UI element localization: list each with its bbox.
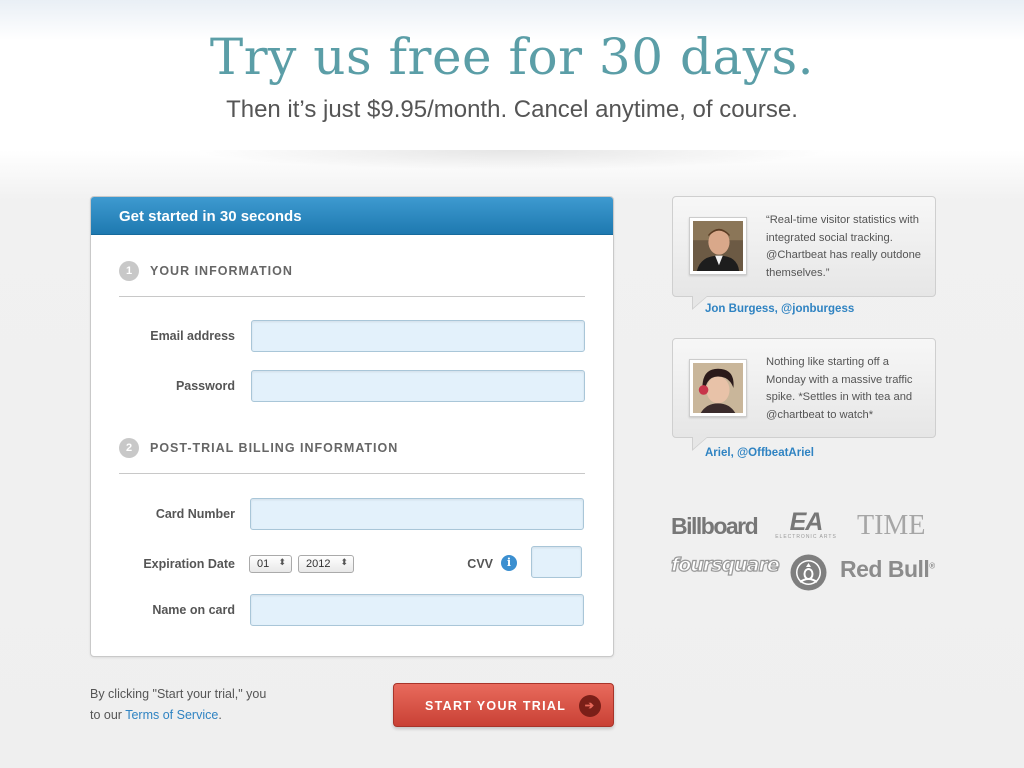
ea-logo-text: EA [789,508,824,536]
redbull-logo: Red Bull® [840,556,935,583]
cvv-label: CVV [467,557,493,571]
terms-prefix: to our [90,708,122,722]
foursquare-logo: foursquare [670,553,780,576]
name-on-card-field[interactable] [250,594,584,626]
ea-logo-subtext: ELECTRONIC ARTS [775,534,837,540]
email-label: Email address [150,329,235,343]
terms-text: By clicking "Start your trial," you [90,687,267,701]
testimonial-author-link[interactable]: Jon Burgess, @jonburgess [705,303,854,315]
cvv-field[interactable] [531,546,582,578]
testimonial-bubble: “Real-time visitor statistics with integ… [672,196,936,310]
step-1-badge: 1 [119,261,139,281]
select-arrows-icon: ⬍ [340,557,348,567]
select-arrows-icon: ⬍ [278,557,286,567]
expiration-year-value: 2012 [306,558,331,570]
form-header: Get started in 30 seconds [91,197,613,235]
time-logo: TIME [857,510,926,541]
testimonial-quote: Nothing like starting off a Monday with … [766,356,913,421]
section-billing-information: 2 POST-TRIAL BILLING INFORMATION [119,438,585,474]
avatar [689,359,747,417]
terms-suffix: . [218,708,222,722]
name-on-card-label: Name on card [152,603,235,617]
hero: Try us free for 30 days. Then it’s just … [0,0,1024,170]
terms-notice: By clicking "Start your trial," you to o… [90,684,310,726]
avatar-image-woman [693,363,743,413]
testimonial-author-link[interactable]: Ariel, @OffbeatAriel [705,447,814,459]
terms-of-service-link[interactable]: Terms of Service [125,708,218,722]
avatar [689,217,747,275]
start-trial-button[interactable]: START YOUR TRIAL ➔ [393,683,614,727]
subheadline: Then it’s just $9.95/month. Cancel anyti… [226,96,798,123]
section-your-information: 1 YOUR INFORMATION [119,261,585,297]
section-1-title: YOUR INFORMATION [150,264,293,278]
hero-divider-shadow [190,150,834,170]
card-number-label: Card Number [155,507,235,521]
expiration-date-label: Expiration Date [143,557,235,571]
section-2-title: POST-TRIAL BILLING INFORMATION [150,441,399,455]
billboard-logo: Billboard [671,513,759,539]
password-label: Password [175,379,235,393]
start-trial-label: START YOUR TRIAL [425,699,567,713]
expiration-month-select[interactable]: 01 ⬍ [249,555,292,573]
headline: Try us free for 30 days. [209,28,815,86]
ea-logo: EA ELECTRONIC ARTS [771,508,841,541]
avatar-image-man [693,221,743,271]
testimonial-quote: “Real-time visitor statistics with integ… [766,214,922,279]
terms-line-2: to our Terms of Service. [90,705,310,726]
starbucks-logo [790,554,827,591]
email-field[interactable] [251,320,585,352]
testimonial-bubble: Nothing like starting off a Monday with … [672,338,936,451]
signup-form-panel: Get started in 30 seconds 1 YOUR INFORMA… [90,196,614,657]
password-field[interactable] [251,370,585,402]
info-icon[interactable]: i [501,555,517,571]
step-2-badge: 2 [119,438,139,458]
arrow-right-icon: ➔ [579,695,601,717]
card-number-field[interactable] [250,498,584,530]
expiration-month-value: 01 [257,558,270,570]
expiration-year-select[interactable]: 2012 ⬍ [298,555,354,573]
redbull-registered-mark: ® [929,561,935,571]
redbull-logo-text: Red Bull [840,556,930,582]
